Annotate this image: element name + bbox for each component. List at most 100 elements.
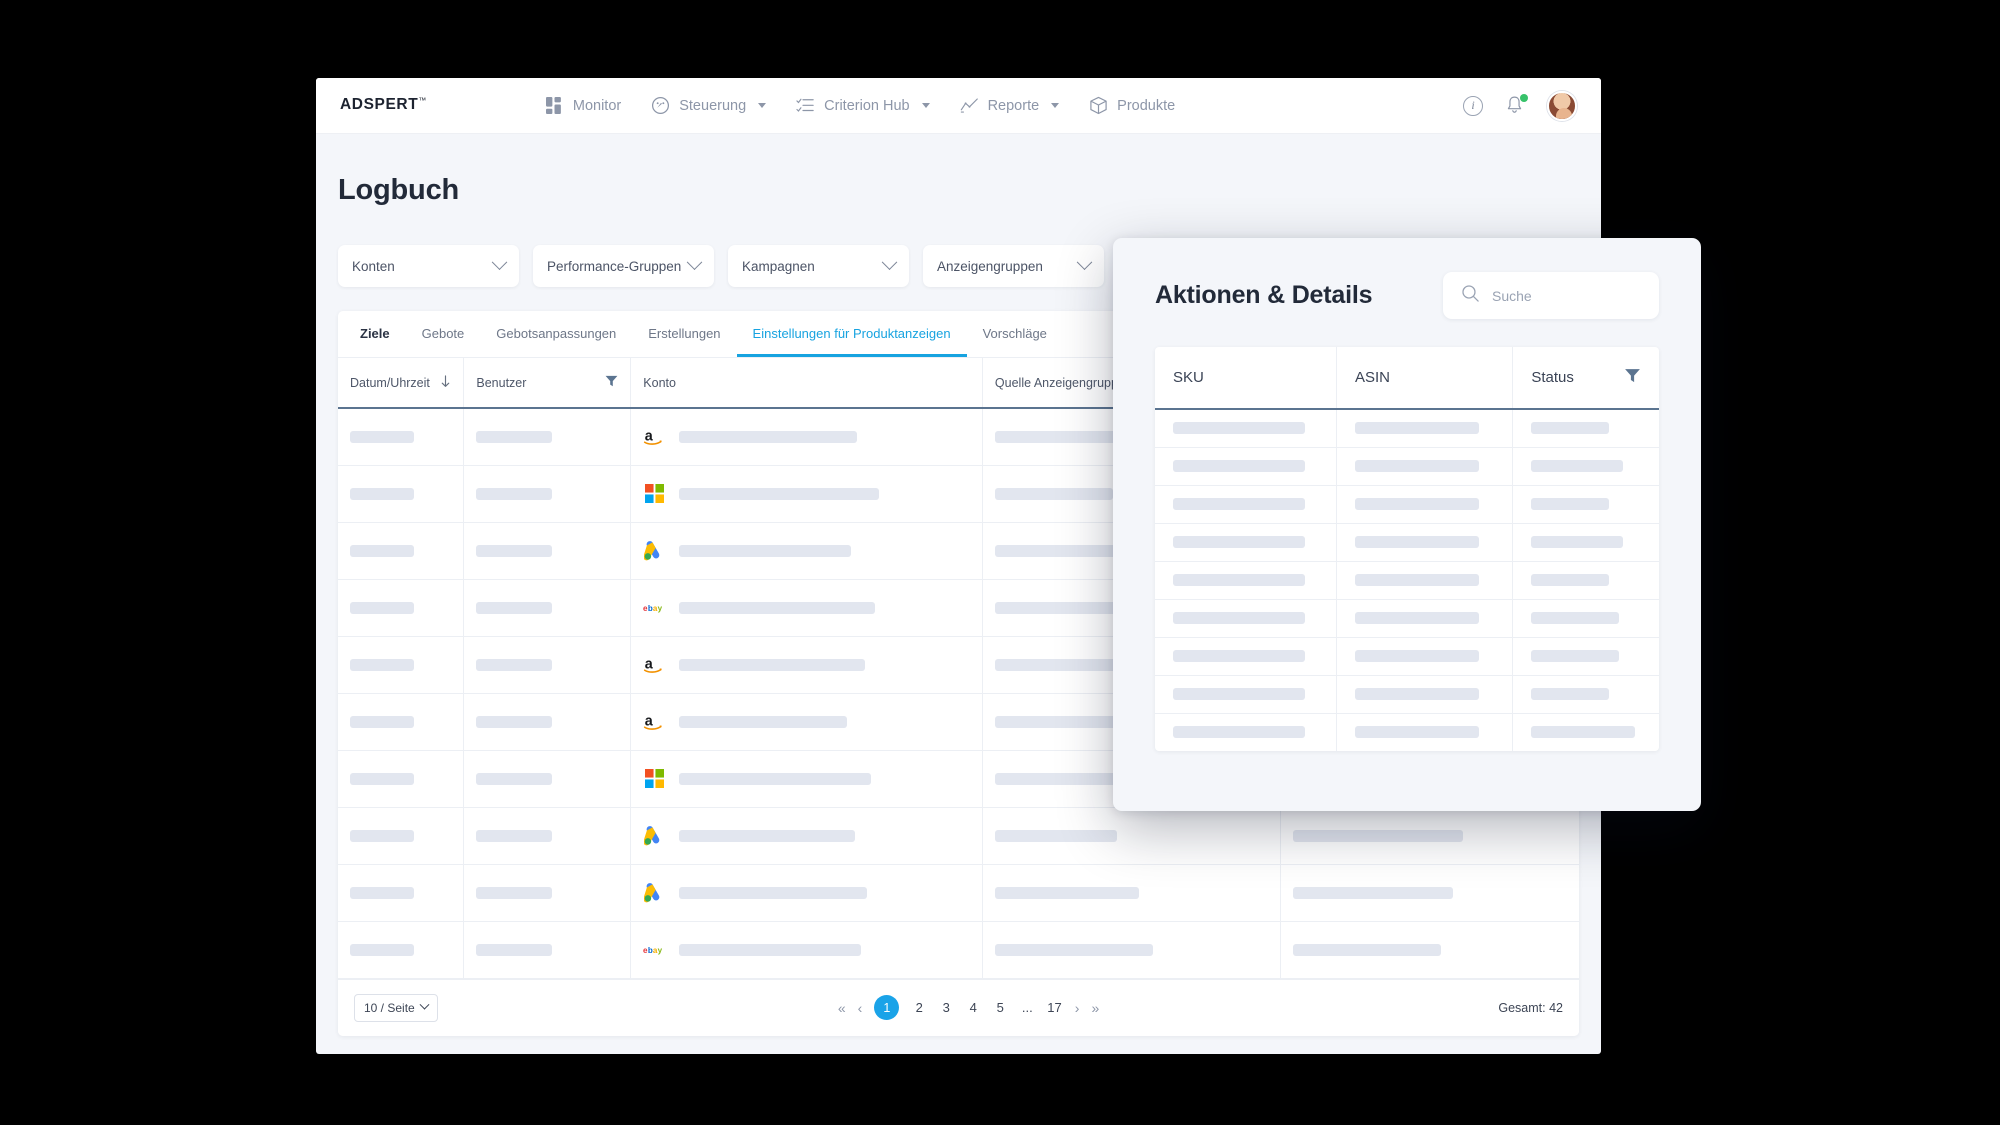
modal-cell-sku xyxy=(1155,599,1337,638)
nav-item-produkte[interactable]: Produkte xyxy=(1089,96,1175,115)
placeholder-bar xyxy=(1354,650,1479,662)
placeholder-bar xyxy=(1354,536,1479,548)
placeholder-bar xyxy=(1173,536,1305,548)
pager-page-5[interactable]: 5 xyxy=(993,1000,1007,1015)
filter-kampagnen[interactable]: Kampagnen xyxy=(728,245,909,287)
pager-last-button[interactable]: » xyxy=(1091,1000,1099,1016)
microsoft-logo xyxy=(643,768,665,790)
filter-label-konten: Konten xyxy=(352,258,395,274)
modal-table-row[interactable] xyxy=(1155,675,1659,714)
pager-ellipsis: ... xyxy=(1021,1000,1033,1015)
tab-einstellungen-fuer-produktanzeigen[interactable]: Einstellungen für Produktanzeigen xyxy=(736,311,967,357)
nav-item-reporte[interactable]: Reporte xyxy=(960,96,1060,115)
modal-column-status[interactable]: Status xyxy=(1513,347,1659,409)
pager-page-2[interactable]: 2 xyxy=(912,1000,926,1015)
modal-cell-asin xyxy=(1336,637,1514,676)
modal-column-sku[interactable]: SKU xyxy=(1155,347,1337,409)
tab-erstellungen[interactable]: Erstellungen xyxy=(632,311,736,357)
grid-icon xyxy=(545,96,564,115)
filter-konten[interactable]: Konten xyxy=(338,245,519,287)
cell-ziel-anzeigengruppe xyxy=(1280,921,1579,979)
placeholder-bar xyxy=(679,943,862,956)
placeholder-bar xyxy=(476,943,553,956)
chevron-down-icon xyxy=(419,999,430,1010)
filter-label-performance-gruppen: Performance-Gruppen xyxy=(547,258,682,274)
info-circle-icon[interactable]: i xyxy=(1463,95,1483,116)
placeholder-bar xyxy=(679,886,868,899)
table-row[interactable] xyxy=(338,864,1579,922)
modal-column-asin[interactable]: ASIN xyxy=(1336,347,1514,409)
brand-logo[interactable]: ADSPERT™ xyxy=(340,96,435,114)
pager-first-button[interactable]: « xyxy=(838,1000,846,1016)
modal-table-row[interactable] xyxy=(1155,599,1659,638)
modal-table-row[interactable] xyxy=(1155,637,1659,676)
placeholder-bar xyxy=(679,772,872,785)
modal-table-row[interactable] xyxy=(1155,713,1659,751)
modal-table-row[interactable] xyxy=(1155,485,1659,524)
pager-page-4[interactable]: 4 xyxy=(966,1000,980,1015)
pager-page-17[interactable]: 17 xyxy=(1047,1000,1061,1015)
filter-anzeigengruppen[interactable]: Anzeigengruppen xyxy=(923,245,1104,287)
pager-page-current[interactable]: 1 xyxy=(874,995,900,1020)
box-icon xyxy=(1089,96,1108,115)
nav-item-criterion-hub[interactable]: Criterion Hub xyxy=(796,96,930,115)
placeholder-bar xyxy=(350,487,414,500)
sort-descending-icon[interactable] xyxy=(440,374,451,391)
chevron-down-icon xyxy=(921,103,930,108)
modal-cell-sku xyxy=(1155,637,1337,676)
modal-search-box[interactable]: Suche xyxy=(1443,272,1659,319)
notifications-button[interactable] xyxy=(1505,93,1528,117)
nav-item-monitor[interactable]: Monitor xyxy=(545,96,621,115)
amazon-logo: a xyxy=(643,654,665,676)
modal-cell-sku xyxy=(1155,447,1337,486)
pager-page-3[interactable]: 3 xyxy=(939,1000,953,1015)
placeholder-bar xyxy=(1173,612,1305,624)
tab-gebotsanpassungen[interactable]: Gebotsanpassungen xyxy=(480,311,632,357)
column-benutzer[interactable]: Benutzer xyxy=(463,358,632,408)
nav-item-steuerung[interactable]: Steuerung xyxy=(651,96,767,115)
modal-table-row[interactable] xyxy=(1155,523,1659,562)
user-avatar[interactable] xyxy=(1547,90,1577,121)
placeholder-bar xyxy=(1531,498,1610,510)
filter-funnel-icon[interactable] xyxy=(1624,368,1641,387)
pager-next-button[interactable]: › xyxy=(1075,1000,1080,1016)
filter-performance-gruppen[interactable]: Performance-Gruppen xyxy=(533,245,714,287)
nav-right-actions: i xyxy=(1463,90,1577,121)
table-row[interactable] xyxy=(338,807,1579,865)
tab-vorschlaege[interactable]: Vorschläge xyxy=(967,311,1063,357)
placeholder-bar xyxy=(1173,650,1305,662)
svg-text:b: b xyxy=(648,603,653,612)
column-datum-uhrzeit[interactable]: Datum/Uhrzeit xyxy=(338,358,465,408)
modal-header: Aktionen & Details Suche xyxy=(1155,272,1659,319)
placeholder-bar xyxy=(994,943,1153,956)
column-konto[interactable]: Konto xyxy=(630,358,983,408)
line-chart-icon xyxy=(960,96,979,115)
filter-funnel-icon[interactable] xyxy=(605,375,618,390)
placeholder-bar xyxy=(1531,536,1624,548)
filter-label-anzeigengruppen: Anzeigengruppen xyxy=(937,258,1043,274)
modal-cell-sku xyxy=(1155,675,1337,714)
modal-cell-status xyxy=(1512,447,1659,486)
modal-title: Aktionen & Details xyxy=(1155,281,1373,309)
amazon-logo: a xyxy=(643,426,665,448)
rows-per-page-select[interactable]: 10 / Seite xyxy=(354,993,438,1022)
pagination-bar: 10 / Seite « ‹ 1 2 3 4 5 ... 17 › » Gesa… xyxy=(338,978,1579,1036)
pager-prev-button[interactable]: ‹ xyxy=(858,1000,863,1016)
cell-konto: a xyxy=(630,636,983,694)
placeholder-bar xyxy=(1531,726,1636,739)
tab-ziele[interactable]: Ziele xyxy=(344,311,406,357)
modal-table-row[interactable] xyxy=(1155,447,1659,486)
placeholder-bar xyxy=(476,430,553,443)
placeholder-bar xyxy=(476,829,553,842)
modal-cell-asin xyxy=(1336,561,1514,600)
google-ads-logo xyxy=(643,882,665,904)
modal-cell-sku xyxy=(1155,485,1337,524)
chevron-down-icon xyxy=(1076,253,1093,270)
placeholder-bar xyxy=(1173,460,1305,472)
modal-table-row[interactable] xyxy=(1155,561,1659,600)
cell-konto xyxy=(630,864,983,922)
placeholder-bar xyxy=(350,886,414,899)
tab-gebote[interactable]: Gebote xyxy=(406,311,481,357)
table-row[interactable]: ebay xyxy=(338,921,1579,979)
modal-table-row[interactable] xyxy=(1155,409,1659,448)
